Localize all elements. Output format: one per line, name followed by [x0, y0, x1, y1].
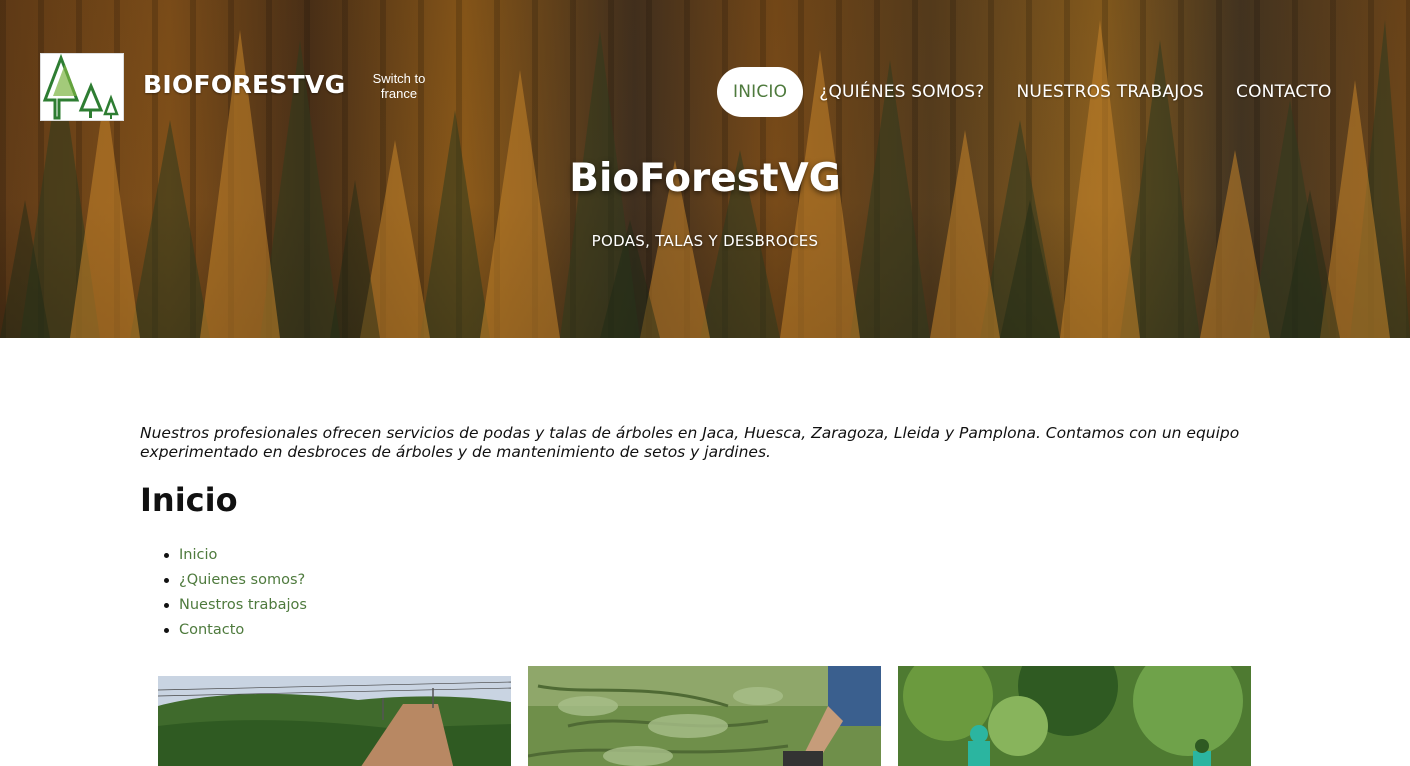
- logo[interactable]: [40, 53, 124, 121]
- gallery-photo-power-line-clearing[interactable]: [158, 676, 511, 766]
- hero-title: BioForestVG: [569, 156, 841, 201]
- list-item: Contacto: [160, 619, 307, 644]
- gallery-photo-brush-clearing[interactable]: [898, 666, 1251, 766]
- main-nav: INICIO ¿QUIÉNES SOMOS? NUESTROS TRABAJOS…: [717, 67, 1348, 117]
- nav-item-quienes-somos[interactable]: ¿QUIÉNES SOMOS?: [803, 67, 1000, 117]
- brand-name[interactable]: BIOFORESTVG: [143, 70, 346, 99]
- gallery-photo-olive-pruning[interactable]: [528, 666, 881, 766]
- language-switch-link[interactable]: Switch to france: [362, 71, 436, 101]
- page-links-list: Inicio ¿Quienes somos? Nuestros trabajos…: [160, 544, 307, 644]
- nav-item-contacto[interactable]: CONTACTO: [1220, 67, 1348, 117]
- section-title: Inicio: [140, 481, 238, 519]
- nav-item-nuestros-trabajos[interactable]: NUESTROS TRABAJOS: [1001, 67, 1220, 117]
- link-contacto[interactable]: Contacto: [179, 622, 244, 638]
- link-nuestros-trabajos[interactable]: Nuestros trabajos: [179, 597, 307, 613]
- hero-banner: BIOFORESTVG Switch to france INICIO ¿QUI…: [0, 0, 1410, 338]
- hero-subtitle: PODAS, TALAS Y DESBROCES: [591, 232, 819, 250]
- list-item: Nuestros trabajos: [160, 594, 307, 619]
- photo-gallery: [0, 666, 1410, 766]
- intro-paragraph: Nuestros profesionales ofrecen servicios…: [140, 424, 1240, 461]
- nav-item-inicio[interactable]: INICIO: [717, 67, 804, 117]
- list-item: ¿Quienes somos?: [160, 569, 307, 594]
- pine-trees-logo-icon: [42, 53, 119, 120]
- link-quienes-somos[interactable]: ¿Quienes somos?: [179, 572, 305, 588]
- list-item: Inicio: [160, 544, 307, 569]
- link-inicio[interactable]: Inicio: [179, 547, 217, 563]
